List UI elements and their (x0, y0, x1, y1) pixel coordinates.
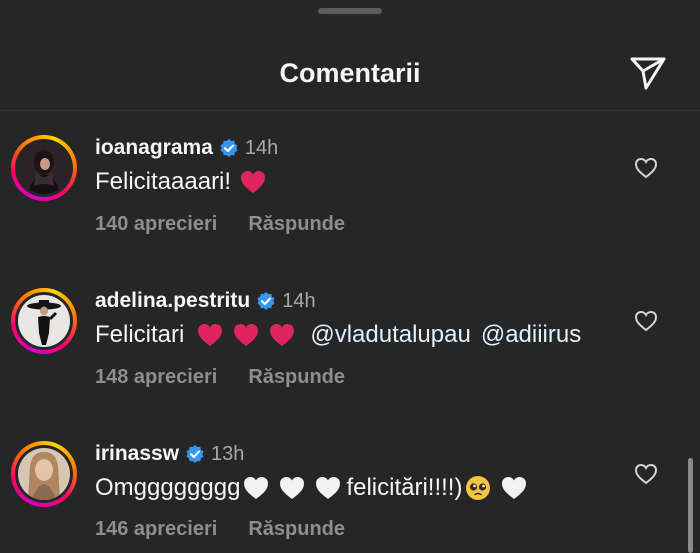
comment-text: Felicitari @vladutalupau @adiiirus (95, 320, 581, 350)
comment-text: Omgggggggg felicitări!!!!) (95, 473, 528, 503)
pleading-face-icon (464, 474, 492, 502)
likes-count[interactable]: 140 aprecieri (95, 211, 217, 237)
verified-badge-icon (185, 444, 205, 464)
white-heart-icon (278, 475, 306, 501)
sheet-title: Comentarii (279, 58, 421, 88)
username[interactable]: ioanagrama (95, 135, 213, 161)
paper-plane-icon[interactable] (628, 52, 668, 92)
header-divider (0, 110, 700, 111)
reply-button[interactable]: Răspunde (248, 211, 345, 237)
drag-handle[interactable] (318, 8, 382, 14)
comment-meta: 148 aprecieri Răspunde (95, 364, 345, 390)
comment-item: ioanagrama 14h Felicitaaaari! 140 apreci… (0, 130, 700, 250)
verified-badge-icon (219, 138, 239, 158)
comment-item: irinassw 13h Omgggggggg felicitări!!!!) (0, 436, 700, 553)
comment-meta: 146 aprecieri Răspunde (95, 516, 345, 542)
comment-text: Felicitaaaari! (95, 167, 267, 197)
comment-item: adelina.pestritu 14h Felicitari @vladuta… (0, 283, 700, 403)
like-heart-icon[interactable] (634, 157, 658, 179)
white-heart-icon (242, 475, 270, 501)
mention-link[interactable]: @vladutalupau (310, 320, 470, 350)
scrollbar[interactable] (688, 458, 693, 553)
avatar[interactable] (11, 288, 77, 354)
comments-sheet: Comentarii ioanagrama 14h Felicitaaaari!… (0, 0, 700, 553)
comment-time: 14h (282, 290, 316, 312)
avatar[interactable] (11, 441, 77, 507)
mention-link[interactable]: @adiiirus (481, 320, 581, 350)
like-heart-icon[interactable] (634, 310, 658, 332)
red-heart-icon (232, 322, 260, 348)
comment-header: ioanagrama 14h (95, 135, 278, 161)
comment-body: Felicitaaaari! (95, 168, 232, 195)
avatar[interactable] (11, 135, 77, 201)
comment-time: 13h (211, 443, 245, 465)
verified-badge-icon (256, 291, 276, 311)
username[interactable]: irinassw (95, 441, 179, 467)
comment-body-continued: felicitări!!!!) (346, 474, 463, 501)
username[interactable]: adelina.pestritu (95, 288, 250, 314)
like-heart-icon[interactable] (634, 463, 658, 485)
likes-count[interactable]: 148 aprecieri (95, 364, 217, 390)
red-heart-icon (196, 322, 224, 348)
likes-count[interactable]: 146 aprecieri (95, 516, 217, 542)
reply-button[interactable]: Răspunde (248, 364, 345, 390)
comment-meta: 140 aprecieri Răspunde (95, 211, 345, 237)
comment-time: 14h (244, 137, 279, 159)
red-heart-icon (239, 169, 267, 195)
white-heart-icon (314, 475, 342, 501)
reply-button[interactable]: Răspunde (248, 516, 345, 542)
white-heart-icon (500, 475, 528, 501)
comment-header: adelina.pestritu 14h (95, 288, 316, 314)
comment-header: irinassw 13h (95, 441, 244, 467)
comment-body: Omgggggggg (95, 474, 241, 501)
comment-body: Felicitari (95, 321, 185, 348)
red-heart-icon (268, 322, 296, 348)
